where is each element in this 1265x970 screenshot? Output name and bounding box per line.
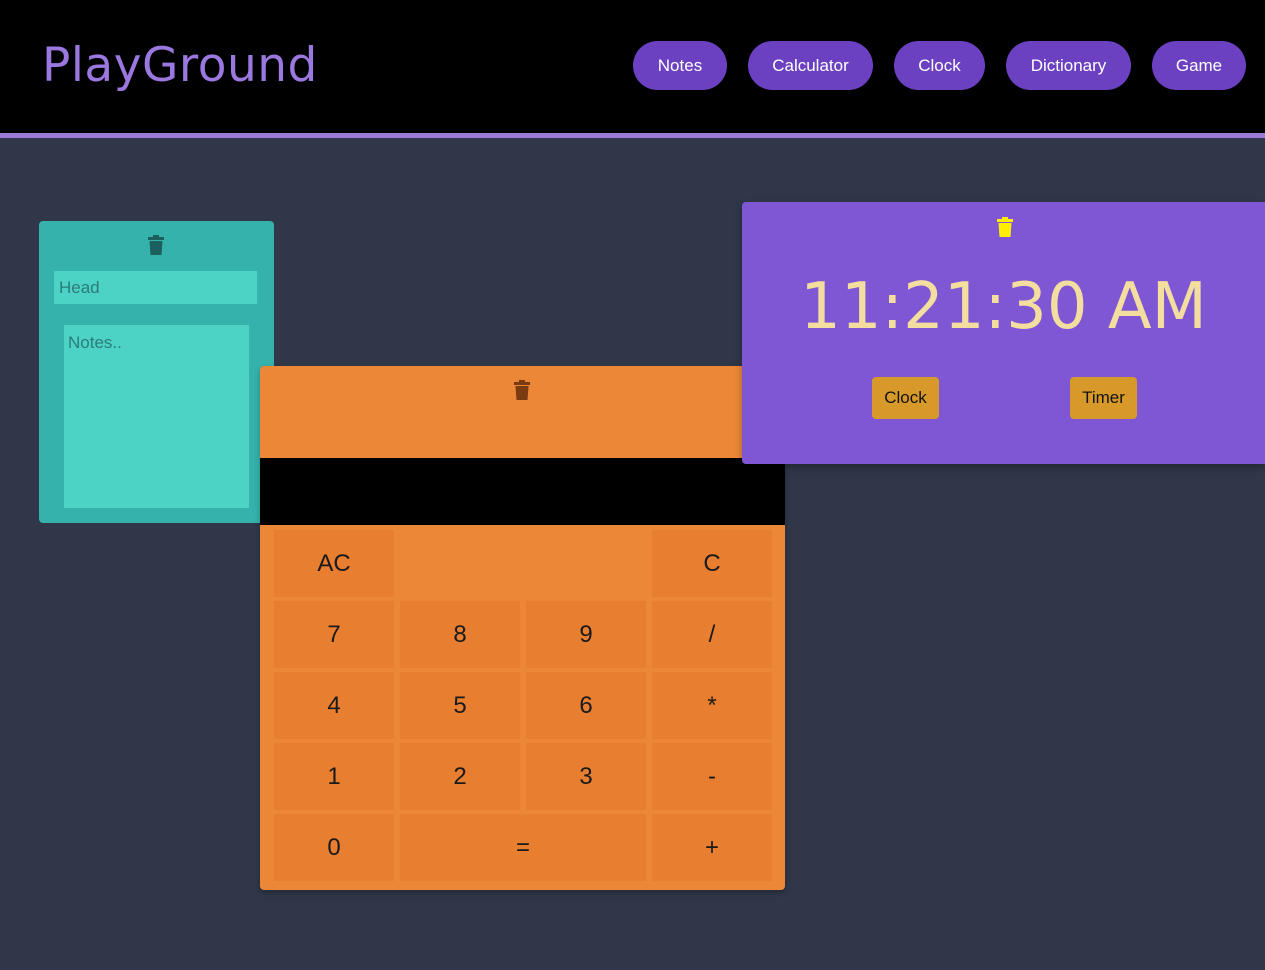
timer-mode-button[interactable]: Timer xyxy=(1070,377,1137,419)
clock-time-display: 11:21:30 AM xyxy=(800,270,1207,344)
notes-head-input[interactable] xyxy=(54,271,257,304)
key-4[interactable]: 4 xyxy=(274,672,394,739)
key-0[interactable]: 0 xyxy=(274,814,394,881)
key-1[interactable]: 1 xyxy=(274,743,394,810)
notes-delete-trash-icon[interactable] xyxy=(148,235,164,255)
nav-game-button[interactable]: Game xyxy=(1152,41,1246,90)
key-5[interactable]: 5 xyxy=(400,672,520,739)
clock-widget: 11:21:30 AM Clock Timer xyxy=(742,202,1265,464)
app-logo: PlayGround xyxy=(42,38,318,93)
key-equals[interactable]: = xyxy=(400,814,646,881)
key-9[interactable]: 9 xyxy=(526,601,646,668)
key-7[interactable]: 7 xyxy=(274,601,394,668)
header-bar: PlayGround Notes Calculator Clock Dictio… xyxy=(0,0,1265,138)
key-clear[interactable]: C xyxy=(652,530,772,597)
notes-widget xyxy=(39,221,274,523)
clock-delete-trash-icon[interactable] xyxy=(997,217,1013,237)
clock-mode-button[interactable]: Clock xyxy=(872,377,939,419)
key-divide[interactable]: / xyxy=(652,601,772,668)
key-multiply[interactable]: * xyxy=(652,672,772,739)
key-add[interactable]: + xyxy=(652,814,772,881)
key-ac[interactable]: AC xyxy=(274,530,394,597)
key-8[interactable]: 8 xyxy=(400,601,520,668)
key-6[interactable]: 6 xyxy=(526,672,646,739)
nav-dictionary-button[interactable]: Dictionary xyxy=(1006,41,1131,90)
nav-notes-button[interactable]: Notes xyxy=(633,41,727,90)
key-3[interactable]: 3 xyxy=(526,743,646,810)
nav-calculator-button[interactable]: Calculator xyxy=(748,41,873,90)
key-subtract[interactable]: - xyxy=(652,743,772,810)
key-2[interactable]: 2 xyxy=(400,743,520,810)
nav-clock-button[interactable]: Clock xyxy=(894,41,985,90)
calculator-display xyxy=(260,458,785,525)
calculator-delete-trash-icon[interactable] xyxy=(514,380,530,400)
calculator-widget: AC C 7 8 9 / 4 5 6 * 1 2 3 - 0 = + xyxy=(260,366,785,890)
notes-body-textarea[interactable] xyxy=(64,325,249,508)
